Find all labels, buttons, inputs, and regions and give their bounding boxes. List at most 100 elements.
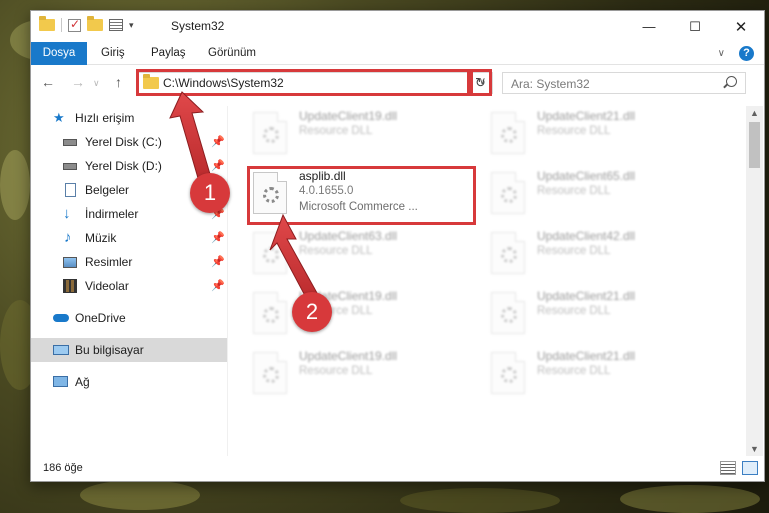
sidebar-item-label: Yerel Disk (D:) <box>85 159 162 173</box>
network-icon <box>53 376 68 387</box>
scroll-thumb[interactable] <box>749 122 760 168</box>
view-switcher <box>720 461 758 475</box>
file-name: UpdateClient19.dll <box>299 109 398 123</box>
tab-home[interactable]: Giriş <box>91 42 135 65</box>
toolbar-divider <box>61 18 62 32</box>
item-count: 186 öğe <box>43 462 83 474</box>
properties-icon[interactable] <box>109 19 123 31</box>
videos-icon <box>63 279 77 293</box>
tab-file[interactable]: Dosya <box>31 42 87 65</box>
search-box[interactable]: Ara: System32 <box>502 72 746 94</box>
step-badge-2: 2 <box>292 292 332 332</box>
documents-icon <box>65 183 76 197</box>
sidebar-item-label: Videolar <box>85 279 129 293</box>
dll-file-icon <box>253 292 287 334</box>
cloud-icon <box>53 314 69 322</box>
minimize-button[interactable]: — <box>626 11 672 42</box>
file-name: UpdateClient63.dll <box>299 229 398 243</box>
new-folder-icon[interactable] <box>87 16 103 31</box>
file-description: Resource DLL <box>299 125 373 137</box>
sidebar-item-videos[interactable]: Videolar 📌 <box>31 274 227 298</box>
file-name: UpdateClient21.dll <box>537 109 636 123</box>
scroll-down-icon[interactable]: ▼ <box>746 444 763 454</box>
vertical-scrollbar[interactable]: ▲ ▼ <box>746 106 763 456</box>
forward-button[interactable]: → <box>71 74 85 90</box>
pin-icon[interactable]: 📌 <box>211 274 225 298</box>
file-description: Resource DLL <box>537 245 611 257</box>
drive-icon <box>63 139 77 146</box>
sidebar-item-pictures[interactable]: Resimler 📌 <box>31 250 227 274</box>
sidebar-item-label: OneDrive <box>75 311 126 325</box>
dll-file-icon <box>253 352 287 394</box>
search-input[interactable]: Ara: System32 <box>511 77 590 91</box>
file-description: Resource DLL <box>537 125 611 137</box>
dll-file-icon <box>491 172 525 214</box>
sidebar-item-disk-c[interactable]: Yerel Disk (C:) 📌 <box>31 130 227 154</box>
file-item[interactable]: UpdateClient42.dll Resource DLL <box>489 228 719 288</box>
pin-icon[interactable]: 📌 <box>211 130 225 154</box>
tiles-view-icon[interactable] <box>742 461 758 475</box>
maximize-button[interactable]: ☐ <box>672 11 718 42</box>
file-list: UpdateClient19.dll Resource DLL asplib.d… <box>249 106 749 456</box>
expand-ribbon-icon[interactable]: ∨ <box>718 48 725 59</box>
sidebar-item-label: Yerel Disk (C:) <box>85 135 162 149</box>
file-highlight-box <box>247 166 476 225</box>
title-bar: ▾ System32 — ☐ ✕ <box>31 11 764 42</box>
music-icon: ♪ <box>64 229 72 246</box>
tab-view[interactable]: Görünüm <box>198 42 266 65</box>
customize-dropdown-icon[interactable]: ▾ <box>129 20 134 31</box>
sidebar-item-disk-d[interactable]: Yerel Disk (D:) 📌 <box>31 154 227 178</box>
ribbon-tabs: Dosya Giriş Paylaş Görünüm ∨ ? <box>31 42 764 65</box>
pin-icon[interactable]: 📌 <box>211 250 225 274</box>
file-name: UpdateClient21.dll <box>537 289 636 303</box>
dll-file-icon <box>491 352 525 394</box>
search-icon[interactable] <box>726 76 737 87</box>
back-button[interactable]: ← <box>41 74 55 90</box>
sidebar-item-this-pc[interactable]: Bu bilgisayar <box>31 338 227 362</box>
file-name: UpdateClient65.dll <box>537 169 636 183</box>
scroll-up-icon[interactable]: ▲ <box>746 108 763 118</box>
file-description: Resource DLL <box>299 245 373 257</box>
recent-dropdown-icon[interactable]: ∨ <box>93 78 100 89</box>
sidebar-item-network[interactable]: Ağ <box>31 370 227 394</box>
step-badge-1: 1 <box>190 173 230 213</box>
dll-file-icon <box>491 292 525 334</box>
folder-icon <box>39 16 55 31</box>
help-icon[interactable]: ? <box>739 46 754 61</box>
file-description: Resource DLL <box>537 365 611 377</box>
file-item[interactable]: UpdateClient19.dll Resource DLL <box>251 288 481 348</box>
file-item[interactable]: UpdateClient21.dll Resource DLL <box>489 288 719 348</box>
pane-divider <box>227 106 228 456</box>
file-description: Resource DLL <box>537 185 611 197</box>
sidebar-item-label: Resimler <box>85 255 133 269</box>
file-item[interactable]: UpdateClient21.dll Resource DLL <box>489 348 719 408</box>
dll-file-icon <box>491 112 525 154</box>
sidebar-item-quick-access[interactable]: ★ Hızlı erişim <box>31 106 227 130</box>
file-item[interactable]: UpdateClient63.dll Resource DLL <box>251 228 481 288</box>
sidebar-item-label: Müzik <box>85 231 117 245</box>
quick-access-toolbar: ▾ <box>39 16 134 32</box>
up-button[interactable]: ↑ <box>115 74 122 90</box>
ribbon-right-controls: ∨ ? <box>718 46 754 61</box>
computer-icon <box>53 345 69 355</box>
file-item[interactable]: UpdateClient19.dll Resource DLL <box>251 348 481 408</box>
dll-file-icon <box>491 232 525 274</box>
close-button[interactable]: ✕ <box>718 11 764 42</box>
dll-file-icon <box>253 232 287 274</box>
sidebar-item-label: Bu bilgisayar <box>75 343 144 357</box>
navigation-pane: ★ Hızlı erişim Yerel Disk (C:) 📌 Yerel D… <box>31 106 227 456</box>
properties-check-icon[interactable] <box>68 17 81 32</box>
tab-share[interactable]: Paylaş <box>141 42 196 65</box>
sidebar-item-onedrive[interactable]: OneDrive <box>31 306 227 330</box>
file-description: Resource DLL <box>299 365 373 377</box>
details-view-icon[interactable] <box>720 461 736 475</box>
file-item[interactable]: UpdateClient19.dll Resource DLL <box>251 108 481 168</box>
sidebar-item-music[interactable]: ♪ Müzik 📌 <box>31 226 227 250</box>
file-item[interactable]: UpdateClient21.dll Resource DLL <box>489 108 719 168</box>
sidebar-item-label: Ağ <box>75 375 90 389</box>
file-description: Resource DLL <box>537 305 611 317</box>
file-item[interactable]: UpdateClient65.dll Resource DLL <box>489 168 719 228</box>
window-controls: — ☐ ✕ <box>626 11 764 42</box>
pin-icon[interactable]: 📌 <box>211 226 225 250</box>
refresh-highlight-box <box>470 69 492 96</box>
